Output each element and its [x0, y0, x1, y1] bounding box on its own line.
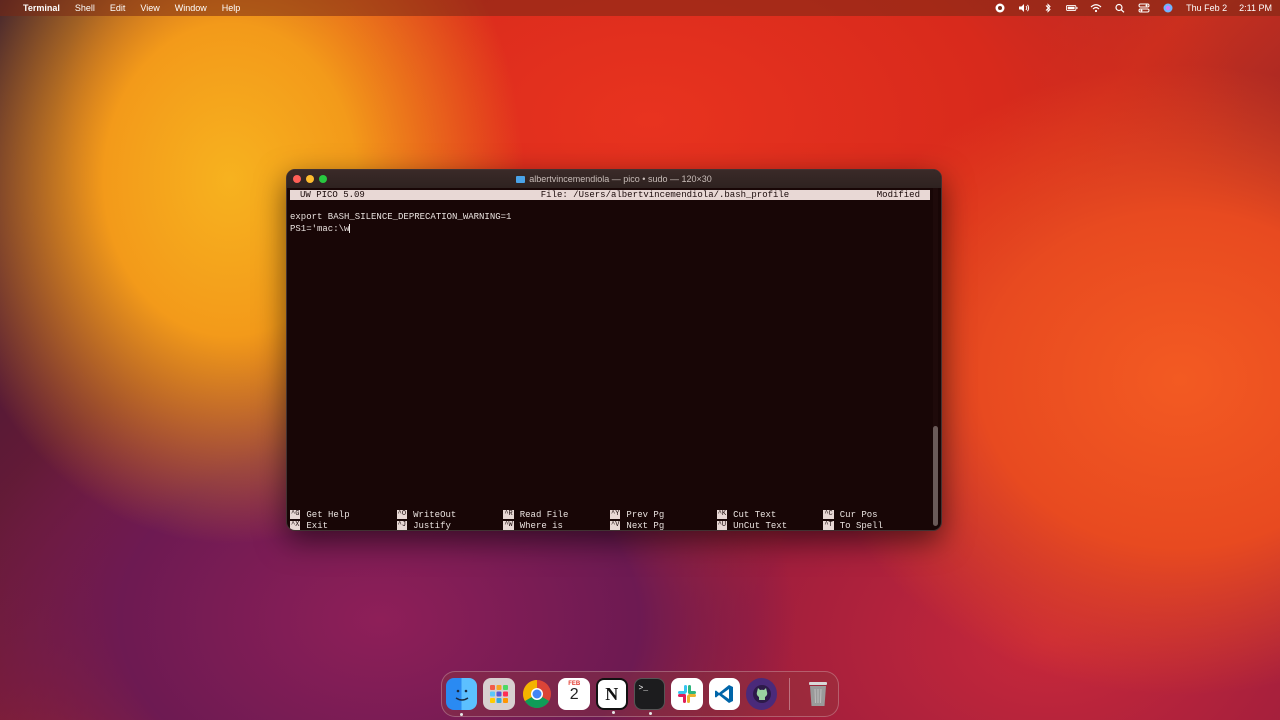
bluetooth-icon[interactable] — [1042, 3, 1054, 13]
github-octocat-icon — [752, 685, 771, 703]
shortcut-key: ^X — [290, 521, 301, 530]
shortcut-read-file: ^R Read File — [503, 510, 610, 521]
shortcut-prev-pg: ^Y Prev Pg — [610, 510, 717, 521]
shortcut-key: ^T — [823, 521, 834, 530]
running-indicator — [611, 711, 615, 714]
shortcut-key: ^R — [503, 510, 514, 519]
shortcut-uncut-text: ^U UnCut Text — [716, 521, 824, 531]
shortcut-label: Next Pg — [626, 521, 665, 531]
control-center-icon[interactable] — [1138, 3, 1150, 13]
dock: FEB 2 N >_ — [441, 671, 839, 717]
shortcut-label: WriteOut — [413, 510, 457, 520]
launchpad-icon[interactable] — [483, 678, 515, 710]
pico-shortcuts: ^G Get Help ^O WriteOut ^R Read File ^Y Prev… — [290, 510, 930, 531]
shortcut-key: ^O — [396, 510, 408, 519]
trash-icon[interactable] — [802, 678, 833, 710]
menu-bar: Terminal Shell Edit View Window Help Thu… — [0, 0, 1280, 16]
shortcut-label: To Spell — [839, 521, 883, 531]
shortcut-exit: ^X Exit — [290, 521, 397, 531]
menu-bar-time[interactable]: 2:11 PM — [1239, 3, 1272, 13]
calendar-day: 2 — [569, 686, 579, 703]
shortcut-writeout: ^O WriteOut — [396, 510, 504, 521]
chrome-logo-icon — [522, 680, 551, 708]
shortcut-label: Get Help — [306, 510, 350, 520]
shortcut-key: ^V — [610, 521, 621, 530]
calendar-icon[interactable]: FEB 2 — [558, 678, 590, 710]
notion-icon[interactable]: N — [595, 678, 628, 714]
shortcut-key: ^G — [290, 510, 301, 519]
github-desktop-icon[interactable] — [746, 678, 778, 710]
window-titlebar[interactable]: albertvincemendiola — pico • sudo — 120×… — [287, 170, 941, 188]
menu-window[interactable]: Window — [175, 3, 207, 13]
menu-edit[interactable]: Edit — [110, 3, 126, 13]
shortcut-next-pg: ^V Next Pg — [610, 521, 717, 531]
folder-icon — [516, 175, 526, 183]
running-indicator — [648, 712, 652, 715]
shortcut-justify: ^J Justify — [396, 521, 504, 531]
slack-logo-icon — [677, 685, 696, 703]
shortcut-where-is: ^W Where is — [503, 521, 610, 531]
menu-shell[interactable]: Shell — [75, 3, 95, 13]
record-icon[interactable] — [994, 3, 1006, 13]
terminal-content[interactable]: UW PICO 5.09 File: /Users/albertvincemen… — [287, 188, 941, 531]
vscode-icon[interactable] — [708, 678, 740, 710]
shortcut-key: ^W — [503, 521, 514, 530]
shortcut-cur-pos: ^C Cur Pos — [823, 510, 930, 521]
volume-icon[interactable] — [1018, 3, 1030, 13]
shortcut-get-help: ^G Get Help — [290, 510, 397, 521]
shortcut-to-spell: ^T To Spell — [823, 521, 930, 531]
notion-letter: N — [605, 683, 619, 704]
battery-icon[interactable] — [1066, 3, 1078, 13]
scrollbar-thumb[interactable] — [933, 426, 938, 526]
editor-line-1[interactable]: export BASH_SILENCE_DEPRECATION_WARNING=… — [290, 212, 511, 222]
terminal-icon[interactable]: >_ — [633, 678, 666, 715]
menu-app-name[interactable]: Terminal — [23, 3, 60, 13]
window-title: albertvincemendiola — pico • sudo — 120×… — [529, 174, 712, 184]
shortcut-key: ^C — [823, 510, 834, 519]
shortcut-cut-text: ^K Cut Text — [716, 510, 824, 521]
terminal-prompt: >_ — [638, 684, 649, 693]
spotlight-search-icon[interactable] — [1114, 3, 1126, 13]
menu-help[interactable]: Help — [222, 3, 241, 13]
text-cursor — [349, 224, 351, 234]
editor-line-2[interactable]: PS1='mac:\w — [290, 224, 351, 234]
shortcut-label: Exit — [306, 521, 329, 531]
shortcut-label: Justify — [413, 521, 451, 531]
slack-icon[interactable] — [671, 678, 703, 710]
editor-line-2-text: PS1='mac:\w — [290, 224, 350, 234]
shortcut-label: Where is — [519, 521, 563, 531]
running-indicator — [460, 713, 463, 716]
pico-status: Modified — [876, 190, 920, 200]
launchpad-grid-icon — [490, 685, 509, 703]
shortcut-label: Cur Pos — [839, 510, 878, 520]
trash-can-icon — [809, 682, 828, 706]
zoom-button[interactable] — [319, 175, 327, 183]
terminal-window[interactable]: albertvincemendiola — pico • sudo — 120×… — [286, 169, 942, 531]
menu-bar-date[interactable]: Thu Feb 2 — [1186, 3, 1227, 13]
minimize-button[interactable] — [306, 175, 314, 183]
pico-header-bar: UW PICO 5.09 File: /Users/albertvincemen… — [290, 190, 930, 200]
finder-icon[interactable] — [446, 678, 478, 716]
shortcut-key: ^J — [396, 521, 408, 530]
menu-view[interactable]: View — [140, 3, 159, 13]
shortcut-key: ^U — [716, 521, 728, 530]
shortcut-label: Cut Text — [733, 510, 777, 520]
vscode-logo-icon — [715, 685, 734, 703]
shortcut-label: Prev Pg — [626, 510, 665, 520]
shortcut-label: UnCut Text — [733, 521, 788, 531]
close-button[interactable] — [293, 175, 301, 183]
shortcut-key: ^K — [716, 510, 728, 519]
shortcut-label: Read File — [519, 510, 569, 520]
finder-face-icon — [455, 689, 469, 701]
shortcut-key: ^Y — [610, 510, 621, 519]
wifi-icon[interactable] — [1090, 3, 1102, 13]
siri-icon[interactable] — [1162, 3, 1174, 13]
chrome-icon[interactable] — [521, 678, 552, 710]
dock-separator — [789, 678, 791, 710]
pico-version: UW PICO 5.09 — [300, 190, 365, 200]
pico-file-path: File: /Users/albertvincemendiola/.bash_p… — [540, 190, 790, 200]
